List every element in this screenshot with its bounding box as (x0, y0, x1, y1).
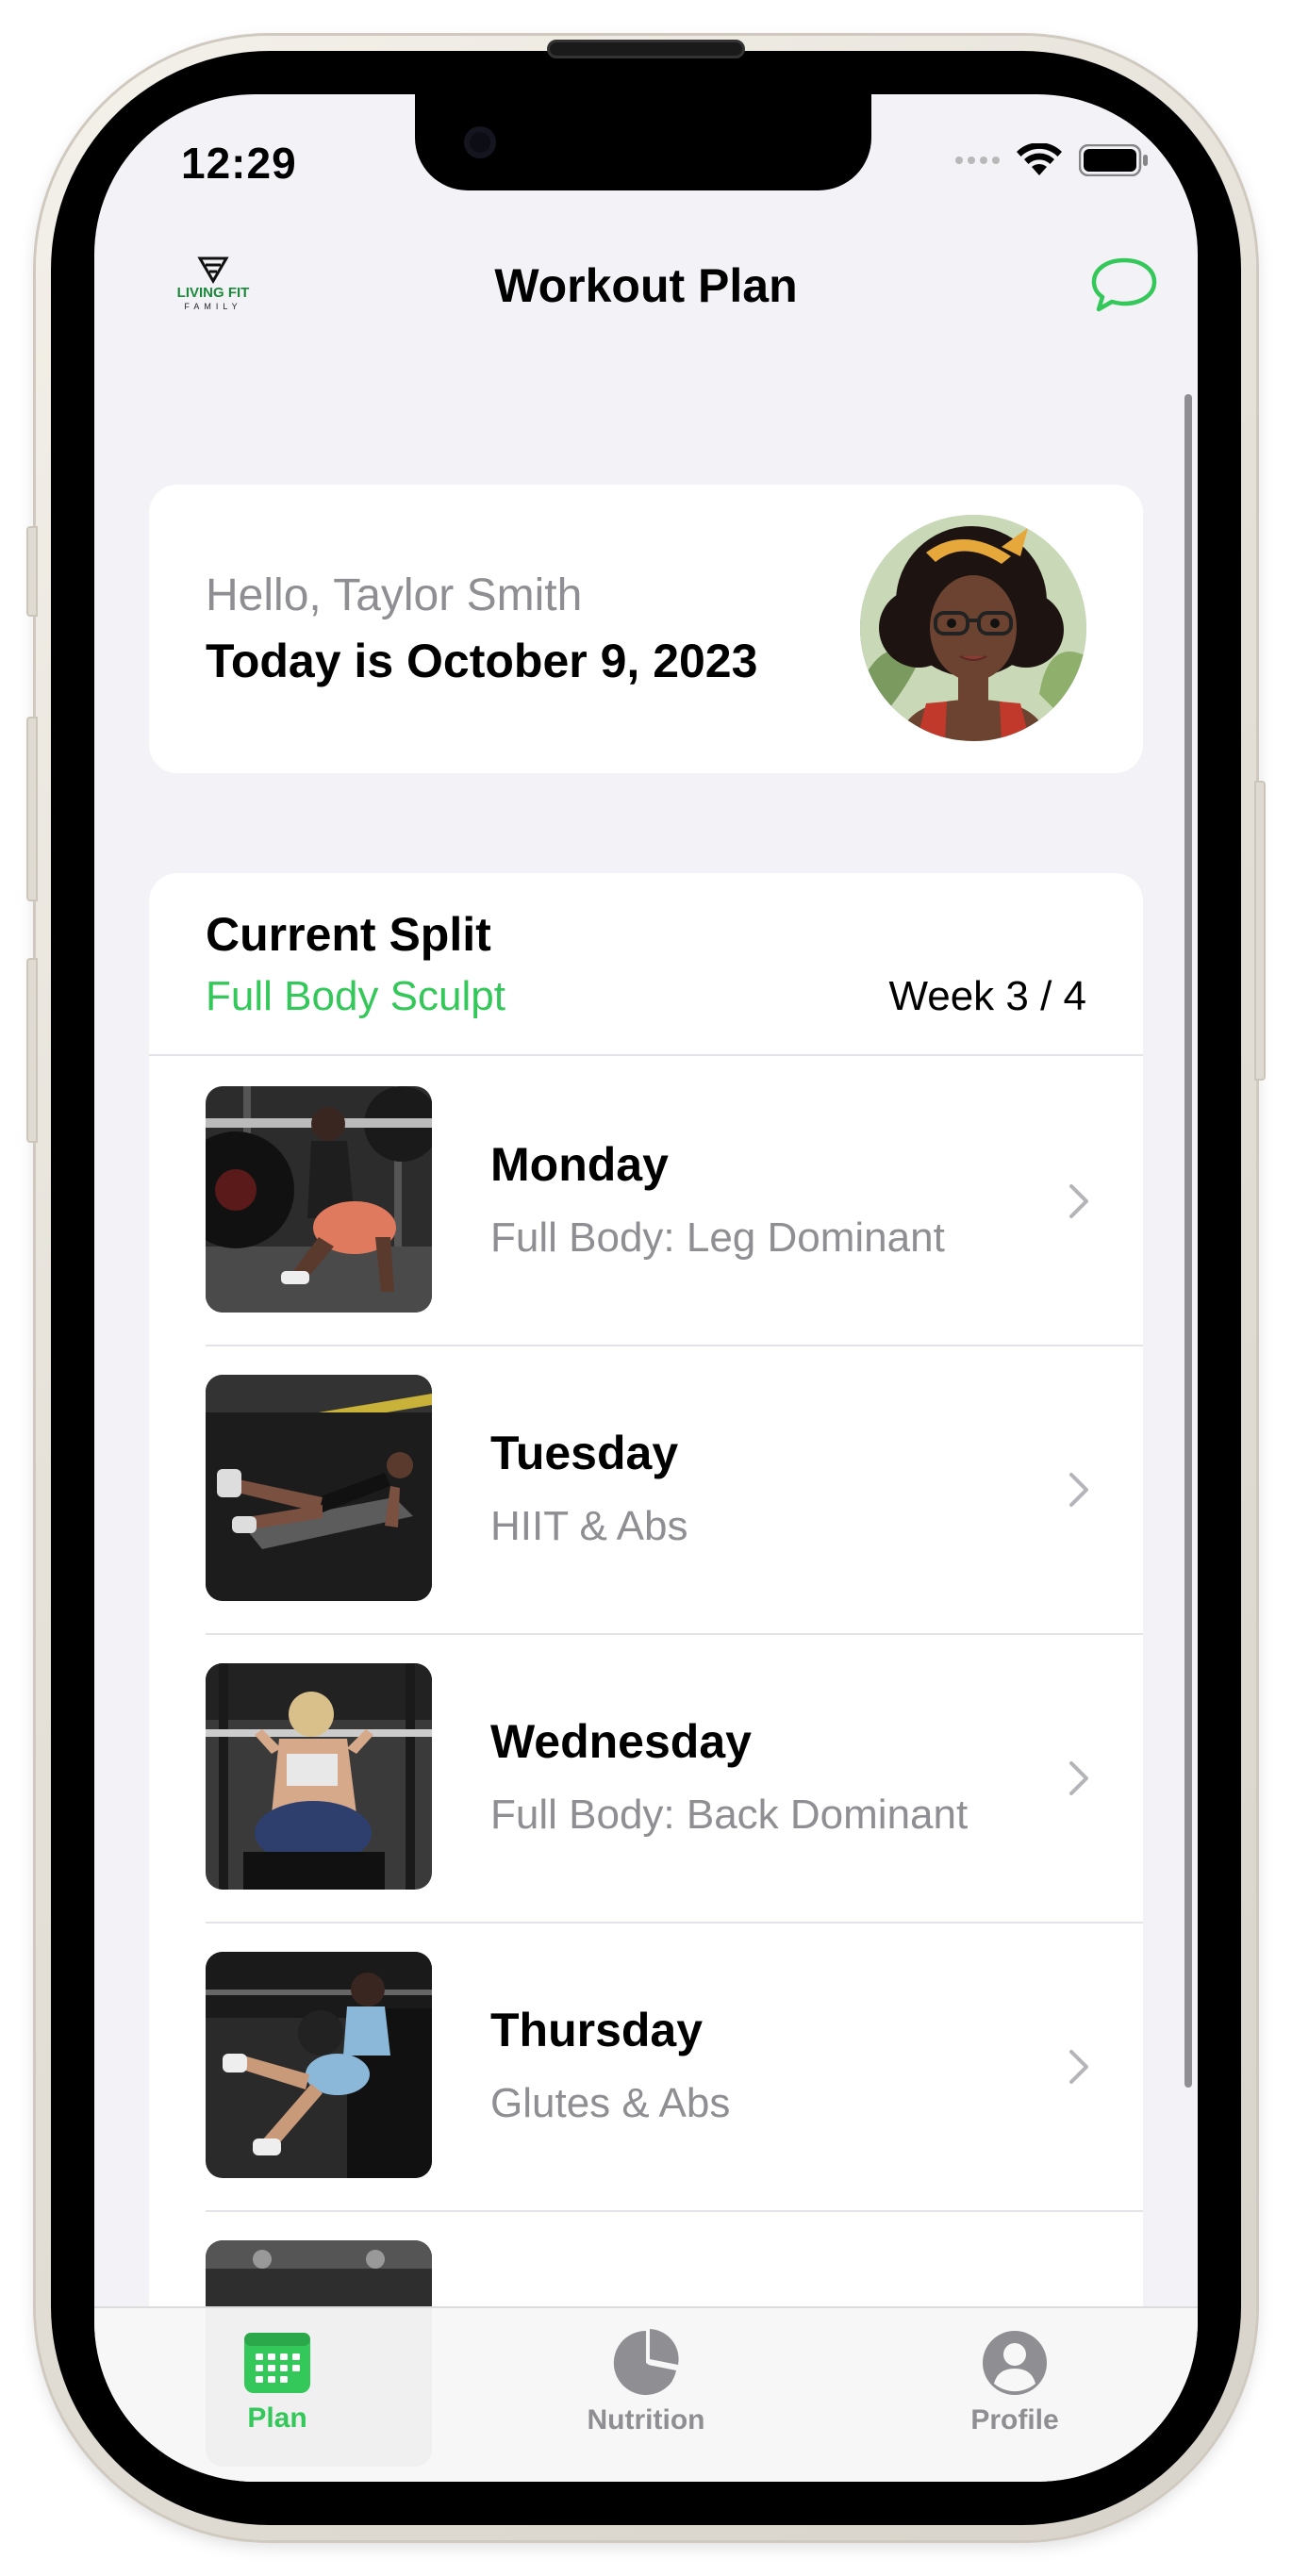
day-thumbnail-tuesday (206, 1375, 432, 1601)
day-description: Full Body: Back Dominant (490, 1792, 969, 1838)
split-week: Week 3 / 4 (888, 973, 1086, 1019)
power-button (1254, 781, 1266, 1081)
chevron-right-icon (1069, 2050, 1088, 2084)
person-circle-icon (983, 2331, 1047, 2395)
greeting-date: Today is October 9, 2023 (206, 635, 758, 687)
page-title: Workout Plan (494, 259, 798, 312)
volume-up-button (26, 717, 38, 901)
screen: 12:29 LIVING FIT FAMILY Workout Plan Hel… (94, 94, 1198, 2482)
pie-chart-icon (613, 2329, 679, 2395)
earpiece-speaker (547, 40, 745, 58)
tab-label: Nutrition (587, 2404, 705, 2436)
day-thumbnail-monday (206, 1086, 432, 1313)
workout-photo (206, 1663, 432, 1890)
tab-label: Plan (247, 2403, 307, 2434)
status-icons (955, 143, 1149, 177)
workout-photo (206, 1952, 432, 2178)
calendar-icon (244, 2333, 310, 2393)
notch (415, 94, 871, 190)
silent-switch (26, 526, 38, 617)
tab-profile[interactable]: Profile (911, 2329, 1118, 2436)
tab-bar: Plan Nutrition Profile (94, 2306, 1198, 2482)
split-name[interactable]: Full Body Sculpt (206, 973, 505, 1020)
day-row-wednesday[interactable]: Wednesday Full Body: Back Dominant (149, 1633, 1143, 1922)
battery-icon (1079, 144, 1148, 176)
volume-down-button (26, 958, 38, 1143)
status-time: 12:29 (181, 139, 297, 188)
avatar-illustration (860, 515, 1086, 741)
chevron-right-icon (1069, 1761, 1088, 1795)
current-split-card: Current Split Full Body Sculpt Week 3 / … (149, 873, 1143, 2467)
day-name: Monday (490, 1138, 669, 1191)
day-row-thursday[interactable]: Thursday Glutes & Abs (149, 1922, 1143, 2210)
day-name: Tuesday (490, 1427, 679, 1479)
greeting-card: Hello, Taylor Smith Today is October 9, … (149, 485, 1143, 773)
day-thumbnail-thursday (206, 1952, 432, 2178)
chat-button[interactable] (1090, 255, 1158, 315)
chevron-right-icon (1069, 1473, 1088, 1507)
workout-photo (206, 1375, 432, 1601)
tab-label: Profile (970, 2404, 1059, 2436)
chevron-right-icon (1069, 1184, 1088, 1218)
day-description: HIIT & Abs (490, 1503, 688, 1549)
avatar[interactable] (860, 515, 1086, 741)
day-name: Wednesday (490, 1715, 752, 1768)
day-description: Glutes & Abs (490, 2080, 731, 2126)
scroll-indicator[interactable] (1184, 394, 1192, 2088)
front-camera (464, 126, 496, 158)
split-heading: Current Split (206, 908, 491, 961)
day-thumbnail-wednesday (206, 1663, 432, 1890)
wifi-icon (1017, 143, 1062, 175)
tab-nutrition[interactable]: Nutrition (542, 2329, 750, 2436)
day-row-monday[interactable]: Monday Full Body: Leg Dominant (149, 1056, 1143, 1345)
day-name: Thursday (490, 2004, 704, 2056)
cellular-signal-icon (955, 157, 1000, 164)
chat-bubble-icon (1091, 257, 1157, 312)
phone-frame: 12:29 LIVING FIT FAMILY Workout Plan Hel… (26, 36, 1266, 2540)
workout-photo (206, 1086, 432, 1313)
greeting-hello: Hello, Taylor Smith (206, 570, 583, 620)
day-description: Full Body: Leg Dominant (490, 1214, 945, 1261)
tab-plan[interactable]: Plan (174, 2329, 381, 2435)
day-row-tuesday[interactable]: Tuesday HIIT & Abs (149, 1345, 1143, 1633)
